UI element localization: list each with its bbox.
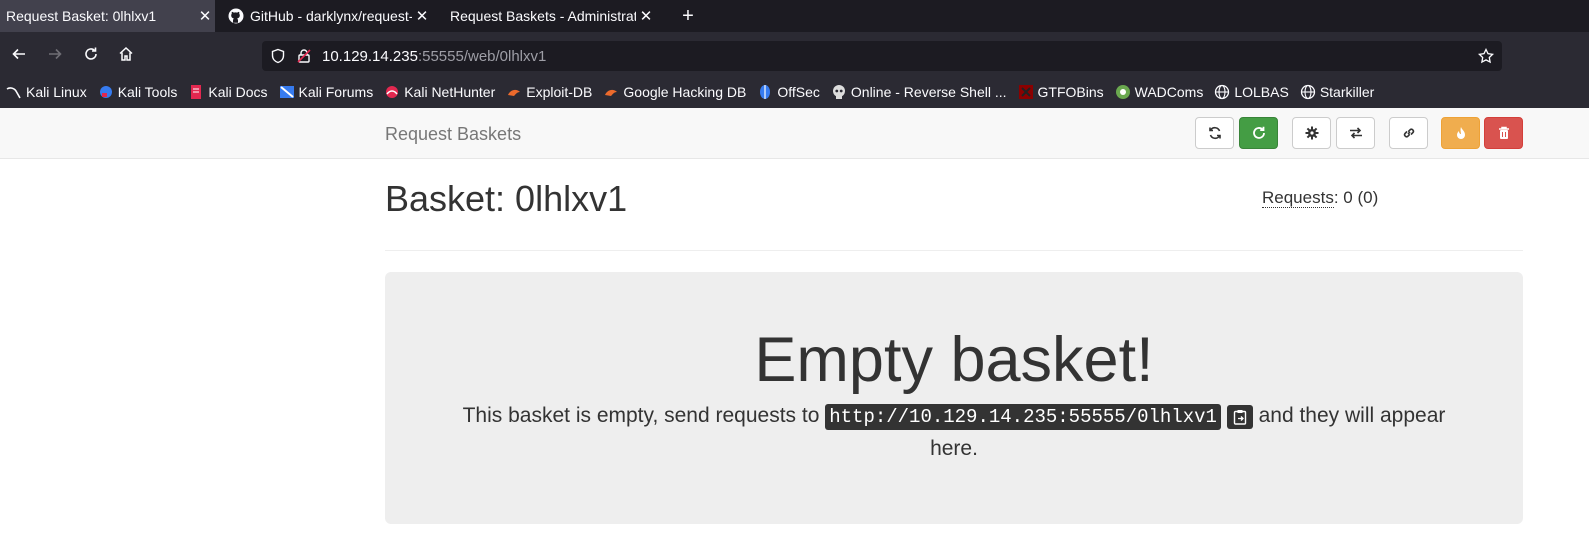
- browser-tab-bar: Request Basket: 0lhlxv1 ✕ GitHub - darkl…: [0, 0, 1589, 32]
- forward-arrow-icon: [49, 48, 62, 60]
- kali-docs-icon: [188, 84, 204, 100]
- bookmark-label: Kali Forums: [298, 84, 374, 100]
- close-tab-icon[interactable]: ✕: [412, 7, 432, 25]
- offsec-icon: [757, 84, 773, 100]
- bookmark-reverse-shell[interactable]: Online - Reverse Shell ...: [831, 84, 1007, 100]
- refresh-button[interactable]: [1195, 117, 1234, 149]
- responses-button[interactable]: [1336, 117, 1375, 149]
- url-text: 10.129.14.235:55555/web/0lhlxv1: [322, 48, 546, 65]
- link-icon: [1403, 128, 1414, 138]
- forward-button[interactable]: [43, 42, 67, 66]
- star-bookmark-icon[interactable]: [1478, 48, 1494, 64]
- trash-icon: [1498, 126, 1509, 139]
- reload-icon: [85, 47, 97, 60]
- requests-value: : 0 (0): [1333, 188, 1379, 207]
- bookmark-wadcoms[interactable]: WADComs: [1115, 84, 1204, 100]
- home-icon: [119, 46, 133, 61]
- delete-button[interactable]: [1484, 117, 1523, 149]
- back-arrow-icon: [12, 48, 25, 60]
- bookmark-label: Kali Docs: [208, 84, 268, 100]
- fire-icon: [1456, 127, 1465, 139]
- bookmark-kali-nethunter[interactable]: Kali NetHunter: [384, 84, 495, 100]
- url-host: 10.129.14.235: [322, 47, 418, 65]
- bookmark-kali-docs[interactable]: Kali Docs: [188, 84, 268, 100]
- requests-label: Requests: [1262, 188, 1334, 208]
- skull-icon: [831, 84, 847, 100]
- bookmark-label: OffSec: [777, 84, 820, 100]
- bookmark-label: WADComs: [1134, 84, 1204, 100]
- empty-text-before: This basket is empty, send requests to: [462, 404, 820, 427]
- bookmark-exploit-db[interactable]: Exploit-DB: [506, 84, 592, 100]
- bookmark-label: Kali NetHunter: [404, 84, 496, 100]
- bookmark-label: LOLBAS: [1234, 84, 1289, 100]
- tab-title: GitHub - darklynx/request-baskets: [250, 8, 412, 24]
- empty-basket-heading: Empty basket!: [754, 325, 1154, 395]
- bookmark-google-hacking-db[interactable]: Google Hacking DB: [603, 84, 746, 100]
- bookmark-label: Kali Tools: [117, 84, 178, 100]
- address-bar[interactable]: 10.129.14.235:55555/web/0lhlxv1: [262, 41, 1502, 71]
- settings-button[interactable]: [1292, 117, 1331, 149]
- bookmark-label: Exploit-DB: [526, 84, 593, 100]
- close-tab-icon[interactable]: ✕: [195, 7, 215, 25]
- divider: [385, 250, 1523, 251]
- auto-refresh-button[interactable]: [1239, 117, 1278, 149]
- home-button[interactable]: [114, 42, 138, 66]
- bookmark-kali-forums[interactable]: Kali Forums: [279, 84, 374, 100]
- bookmarks-bar: Kali Linux Kali Tools Kali Docs Kali For…: [0, 76, 1589, 108]
- bookmark-starkiller[interactable]: Starkiller: [1300, 84, 1374, 100]
- tab-title: Request Basket: 0lhlxv1: [6, 8, 157, 24]
- gtfobins-icon: [1018, 84, 1034, 100]
- url-path: :55555/web/0lhlxv1: [417, 47, 547, 65]
- back-button[interactable]: [7, 42, 31, 66]
- github-icon: [228, 8, 244, 24]
- browser-nav-bar: 10.129.14.235:55555/web/0lhlxv1: [0, 32, 1589, 76]
- globe-icon: [1300, 84, 1316, 100]
- transfer-icon: [1349, 127, 1362, 139]
- tab-request-basket[interactable]: Request Basket: 0lhlxv1 ✕: [0, 0, 215, 32]
- bookmark-label: Google Hacking DB: [623, 84, 747, 100]
- clear-button[interactable]: [1441, 117, 1480, 149]
- bookmark-label: Kali Linux: [26, 84, 87, 100]
- shield-icon: [271, 48, 285, 64]
- ghdb-icon: [603, 84, 619, 100]
- exploit-db-icon: [506, 84, 522, 100]
- basket-url[interactable]: http://10.129.14.235:55555/0lhlxv1: [825, 404, 1221, 430]
- bookmark-label: Starkiller: [1319, 84, 1375, 100]
- tab-github[interactable]: GitHub - darklynx/request-baskets ✕: [222, 0, 432, 32]
- bookmark-label: Online - Reverse Shell ...: [850, 84, 1007, 100]
- bookmark-gtfobins[interactable]: GTFOBins: [1018, 84, 1104, 100]
- tab-title: Request Baskets - Administration: [450, 8, 636, 24]
- bookmark-kali-linux[interactable]: Kali Linux: [6, 84, 87, 100]
- kali-dragon-icon: [6, 84, 22, 100]
- copy-url-button[interactable]: [1226, 405, 1253, 429]
- bookmark-label: GTFOBins: [1037, 84, 1104, 100]
- insecure-lock-icon: [297, 49, 311, 63]
- bookmark-lolbas[interactable]: LOLBAS: [1214, 84, 1289, 100]
- gear-icon: [1305, 126, 1318, 140]
- globe-icon: [1214, 84, 1230, 100]
- bookmark-kali-tools[interactable]: Kali Tools: [98, 84, 178, 100]
- copy-link-button[interactable]: [1389, 117, 1428, 149]
- app-navbar: Request Baskets: [0, 108, 1589, 159]
- close-tab-icon[interactable]: ✕: [636, 7, 656, 25]
- kali-tools-icon: [98, 84, 114, 100]
- page-title: Basket: 0lhlxv1: [385, 178, 628, 219]
- new-tab-button[interactable]: +: [676, 4, 700, 28]
- bookmark-offsec[interactable]: OffSec: [757, 84, 820, 100]
- nethunter-icon: [384, 84, 400, 100]
- tab-admin[interactable]: Request Baskets - Administration ✕: [444, 0, 656, 32]
- empty-basket-message: This basket is empty, send requests to h…: [455, 400, 1453, 464]
- kali-forums-icon: [279, 84, 295, 100]
- requests-count: Requests: 0 (0): [1262, 188, 1378, 208]
- empty-basket-panel: Empty basket! This basket is empty, send…: [385, 272, 1523, 524]
- wadcoms-icon: [1115, 84, 1131, 100]
- brand-link[interactable]: Request Baskets: [385, 124, 521, 145]
- auto-refresh-icon: [1252, 126, 1265, 139]
- refresh-icon: [1208, 126, 1221, 140]
- reload-button[interactable]: [79, 42, 103, 66]
- clipboard-icon: [1233, 410, 1246, 425]
